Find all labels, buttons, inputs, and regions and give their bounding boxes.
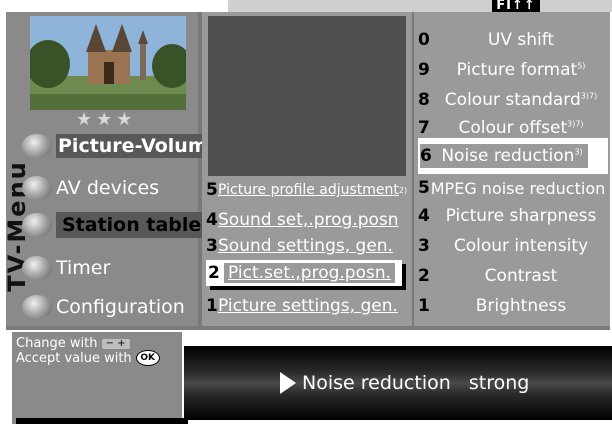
channel-preview-image (30, 16, 186, 110)
item-label: UV shift (487, 30, 555, 50)
item-label: Colour offset (458, 118, 568, 138)
setting-colour-offset[interactable]: 7 Colour offset3)7) (418, 116, 608, 140)
change-hint: Change with − + (16, 336, 130, 351)
status-text: Noise reduction strong (302, 372, 530, 394)
item-label: Colour intensity (453, 236, 589, 256)
item-number: 8 (418, 90, 430, 110)
item-number: 1 (206, 296, 218, 316)
item-label: Sound settings, gen. (218, 236, 393, 256)
item-label: Picture sharpness (445, 206, 597, 226)
item-label: Colour standard (444, 90, 581, 110)
item-footnote: 3)7) (567, 119, 584, 129)
rating-stars: ★★★ (76, 109, 137, 130)
item-number: 4 (418, 206, 430, 226)
setting-picture-sharpness[interactable]: 4 Picture sharpness (418, 204, 608, 228)
accept-hint-label: Accept value with (16, 350, 132, 366)
item-footnote: 5) (577, 61, 586, 71)
status-message: Noise reduction strong (280, 372, 529, 394)
menu-ball-icon (22, 176, 52, 200)
setting-uv-shift[interactable]: 0 UV shift (418, 28, 608, 52)
item-number: 0 (418, 30, 430, 50)
item-footnote: 2) (398, 185, 408, 195)
setting-contrast[interactable]: 2 Contrast (418, 264, 608, 288)
menu-item-label: AV devices (56, 177, 160, 199)
submenu-item-1[interactable]: 1 Picture settings, gen. (206, 294, 406, 318)
menu-item-station-table[interactable]: Station table (22, 211, 208, 239)
menu-item-label: Timer (56, 257, 111, 279)
menu-item-timer[interactable]: Timer (22, 254, 110, 282)
menu-item-label: Picture-Volume (56, 134, 223, 158)
play-arrow-icon (280, 372, 296, 394)
item-number: 1 (418, 296, 430, 316)
setting-picture-format[interactable]: 9 Picture format5) (418, 58, 608, 82)
item-label: Picture format (456, 60, 578, 80)
item-footnote: 3) (574, 147, 583, 157)
top-bar (228, 0, 612, 12)
item-label: Contrast (484, 266, 558, 286)
item-label: MPEG noise reduction (430, 178, 606, 198)
item-number: 3 (418, 236, 430, 256)
minus-plus-key-icon: − + (101, 338, 130, 349)
menu-item-label: Configuration (56, 296, 185, 318)
item-number: 5 (418, 178, 430, 198)
item-label: Sound set,.prog.posn (218, 210, 399, 230)
accept-hint: Accept value with OK (16, 350, 160, 366)
submenu-item-4[interactable]: 4 Sound set,.prog.posn (206, 208, 406, 232)
ok-key-icon: OK (135, 350, 160, 366)
setting-mpeg-noise-reduction[interactable]: 5 MPEG noise reduction (418, 176, 608, 200)
change-hint-label: Change with (16, 336, 98, 351)
submenu-item-3[interactable]: 3 Sound settings, gen. (206, 234, 406, 258)
item-number: 7 (418, 118, 430, 138)
item-footnote: 3)7) (580, 91, 598, 101)
menu-ball-icon (22, 213, 52, 237)
item-number: 9 (418, 60, 430, 80)
item-number: 5 (206, 180, 218, 200)
menu-item-label: Station table (56, 212, 208, 238)
item-number: 2 (208, 263, 220, 283)
picture-preview-area (208, 16, 406, 176)
item-number: 6 (420, 146, 432, 166)
submenu-item-2-selected[interactable]: 2 Pict.set.,prog.posn. (206, 260, 402, 286)
item-label: Brightness (475, 296, 567, 316)
menu-ball-icon (22, 256, 52, 280)
setting-colour-standard[interactable]: 8 Colour standard3)7) (418, 88, 608, 112)
submenu-item-5[interactable]: 5 Picture profile adjustment 2) (206, 178, 408, 202)
setting-brightness[interactable]: 1 Brightness (418, 294, 608, 318)
menu-item-picture-volume[interactable]: Picture-Volume (22, 132, 223, 160)
setting-noise-reduction-selected[interactable]: 6 Noise reduction3) (420, 144, 588, 168)
item-label: Picture profile adjustment (218, 182, 399, 198)
item-number: 3 (206, 236, 218, 256)
menu-ball-icon (22, 134, 52, 158)
item-label: Noise reduction (441, 146, 575, 166)
item-number: 4 (206, 210, 218, 230)
item-label: Picture settings, gen. (218, 296, 398, 316)
item-label: Pict.set.,prog.posn. (224, 263, 396, 283)
menu-ball-icon (22, 295, 52, 319)
bottom-accent-line (16, 418, 188, 424)
menu-item-av-devices[interactable]: AV devices (22, 174, 159, 202)
setting-colour-intensity[interactable]: 3 Colour intensity (418, 234, 608, 258)
item-number: 2 (418, 266, 430, 286)
menu-item-configuration[interactable]: Configuration (22, 293, 185, 321)
